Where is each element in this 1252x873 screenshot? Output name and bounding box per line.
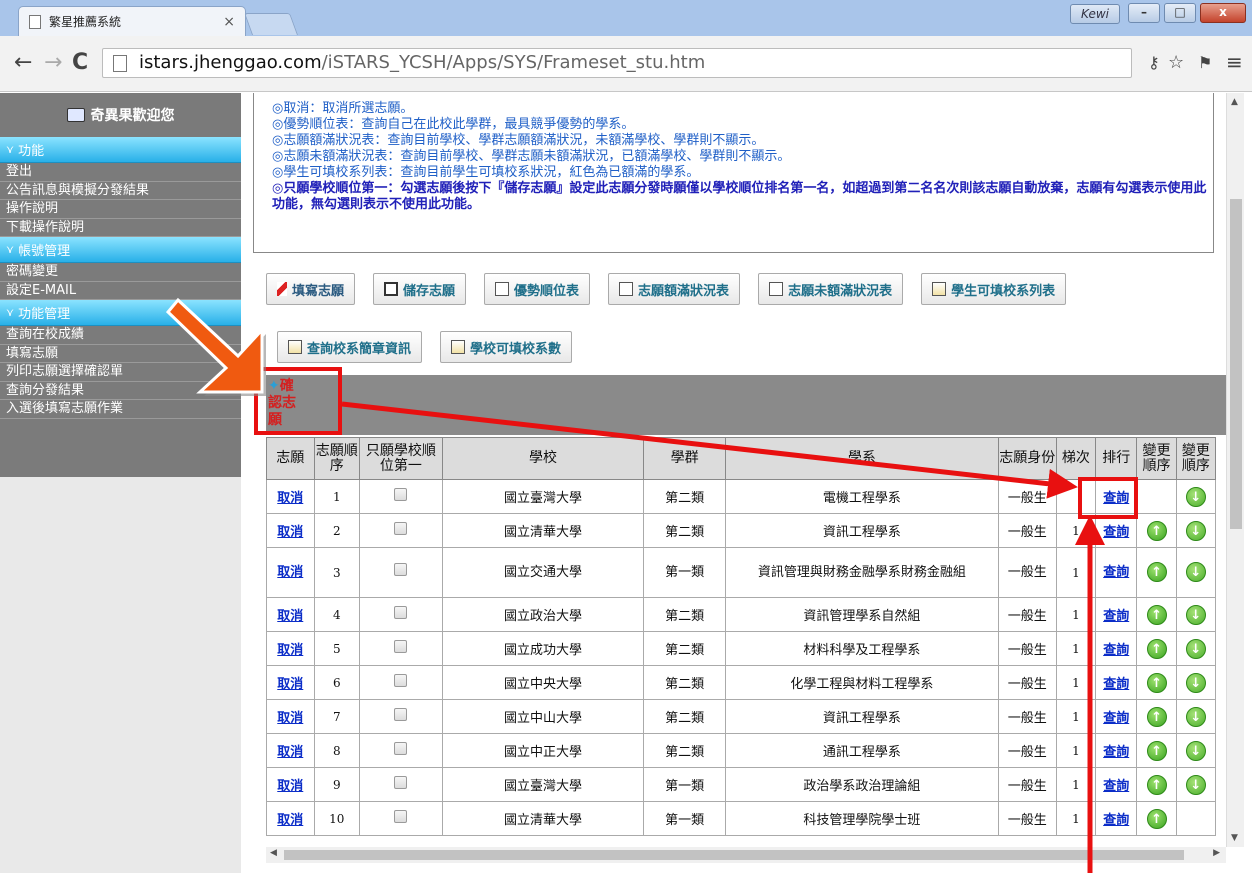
annotation-arrow-line — [341, 401, 1078, 499]
orange-pointer-arrow — [165, 297, 266, 396]
annotation-arrows — [165, 297, 1105, 873]
